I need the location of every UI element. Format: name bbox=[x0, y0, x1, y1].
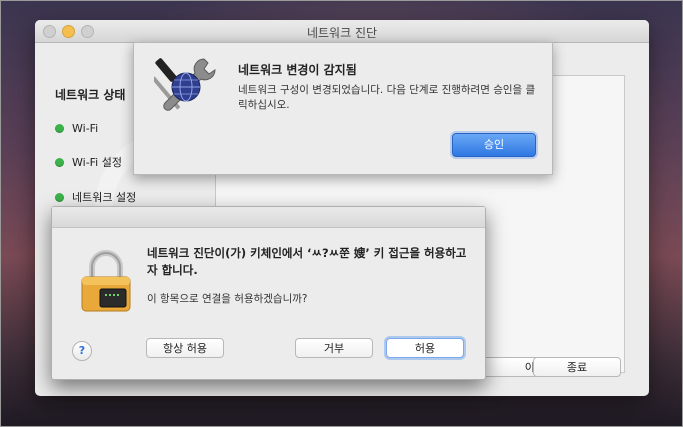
screenshot-border bbox=[0, 0, 683, 427]
